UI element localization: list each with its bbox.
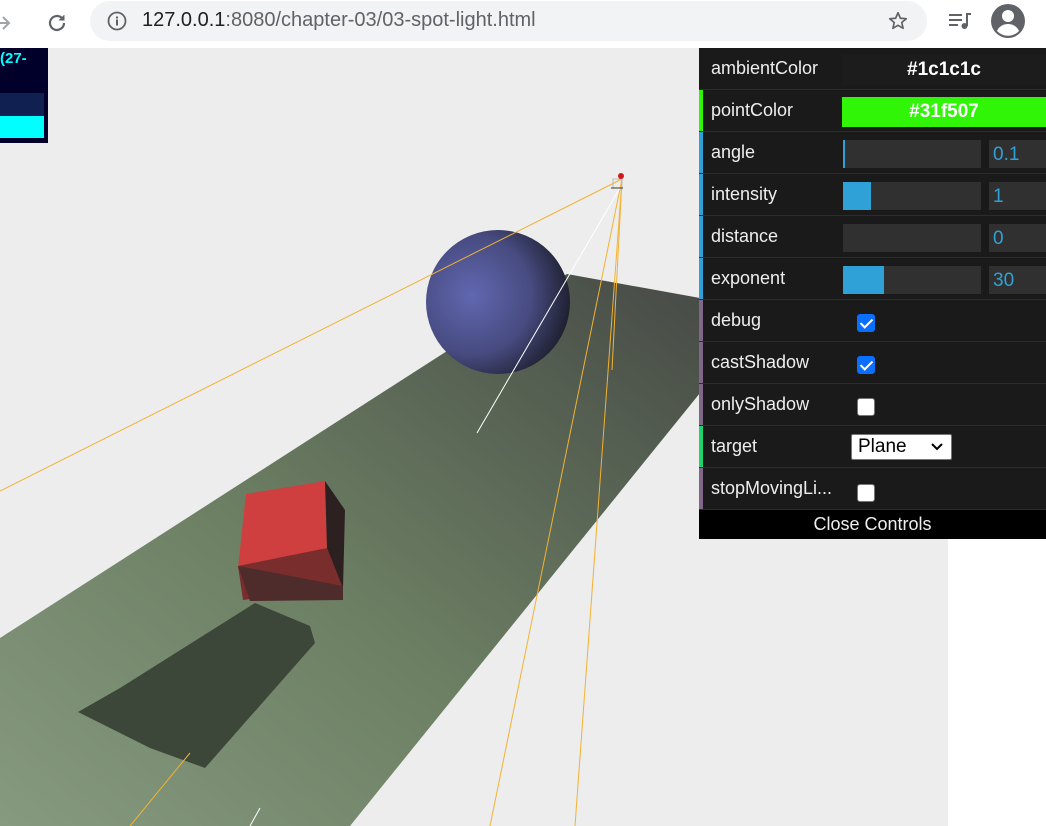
intensity-input[interactable]: 1	[989, 182, 1046, 210]
forward-arrow-icon[interactable]	[0, 8, 18, 38]
only-shadow-row: onlyShadow	[699, 384, 1046, 426]
sphere	[426, 230, 570, 374]
row-stripe	[699, 342, 703, 383]
media-queue-icon[interactable]	[947, 9, 973, 33]
exponent-label: exponent	[711, 268, 786, 288]
angle-input[interactable]: 0.1	[989, 140, 1046, 168]
row-stripe	[699, 468, 703, 509]
fps-text: (27-	[0, 50, 27, 67]
only-shadow-label: onlyShadow	[711, 394, 810, 414]
row-stripe	[699, 216, 703, 257]
stop-moving-checkbox[interactable]	[857, 484, 875, 502]
row-stripe	[699, 384, 703, 425]
target-row: target Plane	[699, 426, 1046, 468]
point-color-row: pointColor #31f507	[699, 90, 1046, 132]
target-label: target	[711, 436, 758, 456]
row-stripe	[699, 258, 703, 299]
ambient-color-label: ambientColor	[711, 58, 819, 78]
exponent-row: exponent 30	[699, 258, 1046, 300]
intensity-slider[interactable]	[843, 182, 981, 210]
intensity-label: intensity	[711, 184, 778, 204]
row-stripe	[699, 90, 703, 131]
stop-moving-label: stopMovingLi...	[711, 478, 833, 498]
distance-label: distance	[711, 226, 779, 246]
row-stripe	[699, 174, 703, 215]
exponent-slider-fill	[843, 266, 885, 294]
angle-slider[interactable]	[843, 140, 981, 168]
bookmark-star-icon[interactable]	[887, 10, 909, 32]
distance-slider[interactable]	[843, 224, 981, 252]
distance-row: distance 0	[699, 216, 1046, 258]
ambient-color-swatch[interactable]: #1c1c1c	[842, 55, 1046, 85]
only-shadow-checkbox[interactable]	[857, 398, 875, 416]
point-color-swatch[interactable]: #31f507	[842, 97, 1046, 127]
cast-shadow-row: castShadow	[699, 342, 1046, 384]
point-color-label: pointColor	[711, 100, 794, 120]
gui-controls-panel: ambientColor #1c1c1c pointColor #31f507 …	[699, 48, 1046, 539]
angle-slider-fill	[843, 140, 845, 168]
cast-shadow-checkbox[interactable]	[857, 356, 875, 374]
distance-input[interactable]: 0	[989, 224, 1046, 252]
debug-checkbox[interactable]	[857, 314, 875, 332]
light-source-marker	[611, 173, 624, 189]
target-select-value: Plane	[858, 436, 907, 457]
row-stripe	[699, 132, 703, 173]
cast-shadow-label: castShadow	[711, 352, 810, 372]
intensity-slider-fill	[843, 182, 871, 210]
fps-stats-panel[interactable]: (27-	[0, 48, 48, 143]
close-controls-button[interactable]: Close Controls	[699, 510, 1046, 539]
ambient-color-row: ambientColor #1c1c1c	[699, 48, 1046, 90]
row-stripe	[699, 300, 703, 341]
chevron-down-icon	[931, 443, 943, 451]
stop-moving-row: stopMovingLi...	[699, 468, 1046, 510]
browser-toolbar: 127.0.0.1:8080/chapter-03/03-spot-light.…	[0, 0, 1046, 48]
fps-graph-bar	[0, 116, 44, 138]
debug-row: debug	[699, 300, 1046, 342]
profile-avatar-icon[interactable]	[990, 3, 1026, 39]
url-text[interactable]: 127.0.0.1:8080/chapter-03/03-spot-light.…	[142, 9, 536, 32]
address-bar[interactable]: 127.0.0.1:8080/chapter-03/03-spot-light.…	[90, 1, 927, 41]
angle-label: angle	[711, 142, 756, 162]
intensity-row: intensity 1	[699, 174, 1046, 216]
target-select[interactable]: Plane	[851, 434, 952, 460]
exponent-input[interactable]: 30	[989, 266, 1046, 294]
row-stripe	[699, 426, 703, 467]
exponent-slider[interactable]	[843, 266, 981, 294]
debug-label: debug	[711, 310, 762, 330]
reload-icon[interactable]	[42, 8, 72, 38]
angle-row: angle 0.1	[699, 132, 1046, 174]
row-stripe	[699, 48, 703, 89]
info-icon[interactable]	[107, 11, 127, 31]
